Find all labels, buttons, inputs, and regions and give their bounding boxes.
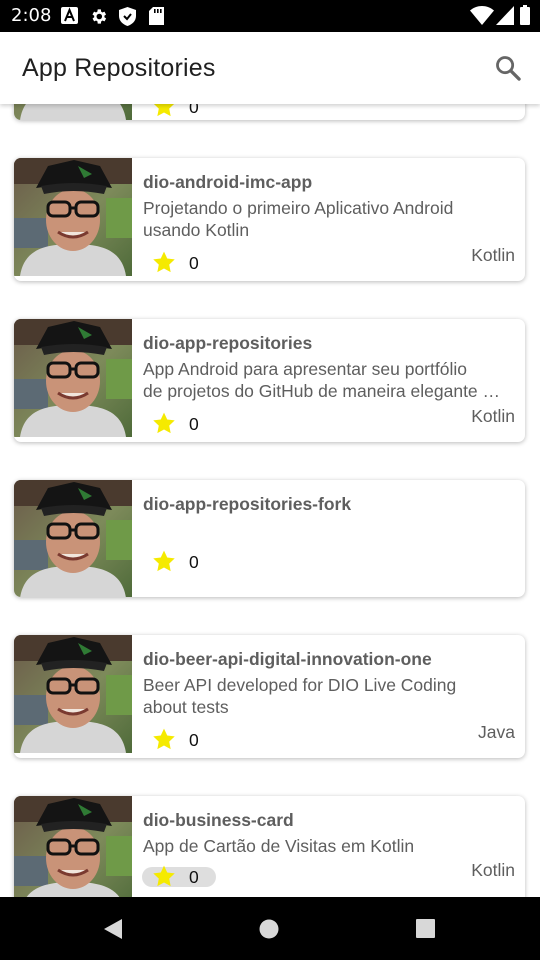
star-icon xyxy=(153,412,175,434)
star-icon xyxy=(153,865,175,887)
home-icon[interactable] xyxy=(259,919,279,939)
repo-card[interactable]: dio-android-imc-app Projetando o primeir… xyxy=(14,158,525,281)
wifi-icon xyxy=(470,6,494,25)
status-time: 2:08 xyxy=(11,5,52,26)
page-title: App Repositories xyxy=(22,54,216,82)
stars-count: 0 xyxy=(189,253,199,273)
status-bar: 2:08 xyxy=(0,0,540,32)
font-a-icon xyxy=(61,7,78,24)
avatar xyxy=(14,319,132,437)
stars-count: 0 xyxy=(189,414,199,434)
avatar xyxy=(14,104,132,120)
repo-card[interactable]: dio-business-card App de Cartão de Visit… xyxy=(14,796,525,897)
repo-name: dio-android-imc-app xyxy=(143,172,313,192)
repo-language: Kotlin xyxy=(471,406,515,426)
avatar xyxy=(14,635,132,753)
repository-list[interactable]: 0 dio-android-imc-app Projetando o prime… xyxy=(0,104,540,897)
repo-name: dio-app-repositories xyxy=(143,333,313,353)
repo-description: App Android para apresentar seu portfóli… xyxy=(143,359,501,401)
repo-language: Kotlin xyxy=(471,245,515,265)
repo-description: Beer API developed for DIO Live Coding a… xyxy=(143,675,457,717)
repo-card[interactable]: dio-app-repositories App Android para ap… xyxy=(14,319,525,442)
star-icon xyxy=(153,251,175,273)
star-icon xyxy=(153,728,175,750)
star-icon xyxy=(153,550,175,572)
repo-description: App de Cartão de Visitas em Kotlin xyxy=(143,836,415,856)
repo-card[interactable]: dio-beer-api-digital-innovation-one Beer… xyxy=(14,635,525,758)
app-bar: App Repositories xyxy=(0,32,540,104)
star-icon xyxy=(153,104,175,117)
avatar xyxy=(14,480,132,597)
sd-card-icon xyxy=(149,7,164,25)
stars-count: 0 xyxy=(189,867,199,887)
avatar xyxy=(14,796,132,897)
search-icon[interactable] xyxy=(494,54,522,82)
battery-icon xyxy=(520,5,530,25)
repo-description: Projetando o primeiro Aplicativo Android… xyxy=(143,198,454,240)
navigation-bar xyxy=(0,897,540,960)
repo-card[interactable]: dio-app-repositories-fork 0 xyxy=(14,480,525,597)
avatar xyxy=(14,158,132,276)
settings-gear-icon xyxy=(92,9,107,24)
repo-language: Kotlin xyxy=(471,860,515,880)
repo-language: Java xyxy=(478,722,515,742)
back-icon[interactable] xyxy=(102,918,124,940)
repo-name: dio-business-card xyxy=(143,810,294,830)
signal-icon xyxy=(496,6,514,25)
stars-count: 0 xyxy=(189,552,199,572)
repo-name: dio-app-repositories-fork xyxy=(143,494,352,514)
shield-icon xyxy=(119,7,136,26)
stars-count: 0 xyxy=(189,104,199,117)
recents-icon[interactable] xyxy=(416,919,435,938)
repo-name: dio-beer-api-digital-innovation-one xyxy=(143,649,432,669)
repo-card[interactable]: 0 xyxy=(14,104,525,120)
stars-count: 0 xyxy=(189,730,199,750)
